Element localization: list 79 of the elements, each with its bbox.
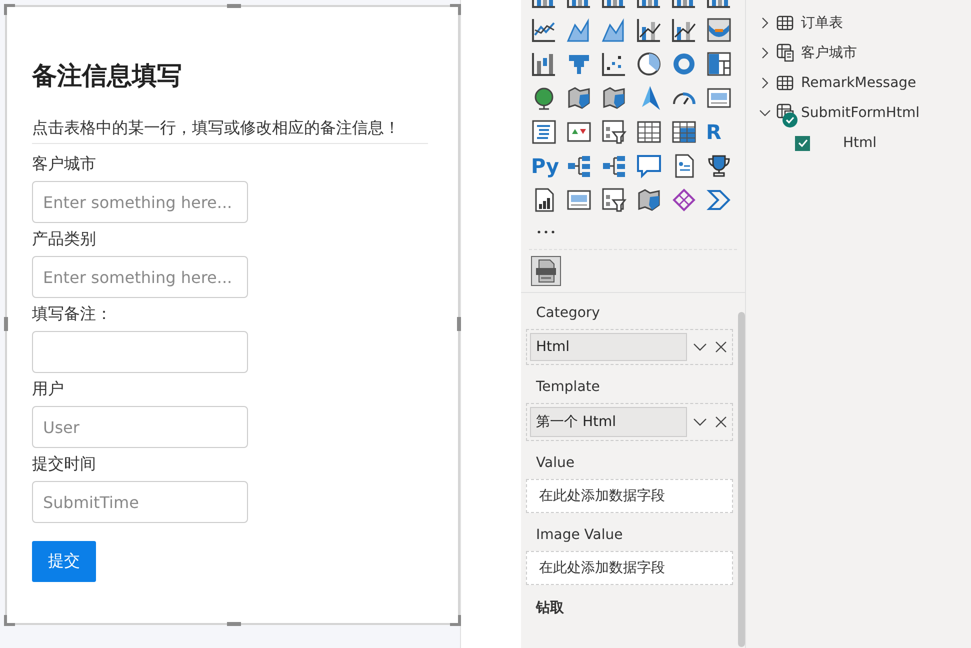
speech-bubble-icon[interactable] (636, 153, 662, 179)
chevron-icon[interactable] (706, 187, 732, 213)
table-item[interactable]: 客户城市 (759, 38, 971, 68)
tree-icon[interactable] (566, 153, 592, 179)
field-label: 用户 (32, 379, 65, 400)
table-item[interactable]: 订单表 (759, 8, 971, 38)
field-pill[interactable]: Html (526, 329, 733, 365)
close-icon[interactable] (715, 341, 727, 353)
table-item[interactable]: RemarkMessage (759, 68, 971, 98)
table-name: 客户城市 (801, 44, 857, 62)
input-field[interactable]: SubmitTime (32, 481, 248, 523)
tree-icon[interactable] (601, 153, 627, 179)
form-title: 备注信息填写 (32, 60, 183, 92)
table-name: 订单表 (801, 14, 843, 32)
field-pill[interactable]: 第一个 Html (526, 403, 733, 441)
script-visual-icon[interactable]: Py (531, 153, 560, 179)
resize-handle[interactable] (227, 622, 241, 626)
input-field[interactable]: Enter something here... (32, 256, 248, 298)
table-name: RemarkMessage (801, 75, 916, 91)
table-icon (776, 15, 794, 31)
chevron-right-icon[interactable] (759, 17, 771, 29)
table-icon[interactable] (636, 119, 662, 145)
map-icon[interactable] (566, 85, 592, 111)
resize-handle[interactable] (4, 615, 15, 626)
resize-handle[interactable] (227, 4, 241, 8)
resize-handle[interactable] (457, 317, 461, 331)
drop-field-well[interactable]: 在此处添加数据字段 (526, 479, 733, 513)
trophy-icon[interactable] (706, 153, 732, 179)
input-field[interactable]: Enter something here... (32, 181, 248, 223)
filter-icon[interactable] (601, 187, 627, 213)
scrollbar[interactable] (738, 312, 745, 647)
field-name[interactable]: Html (843, 135, 877, 151)
resize-handle[interactable] (4, 4, 15, 15)
well-label: Image Value (536, 527, 624, 543)
list-icon[interactable] (531, 119, 557, 145)
field-label: 产品类别 (32, 229, 97, 250)
map-icon[interactable] (636, 187, 662, 213)
table-item[interactable]: SubmitFormHtml (759, 98, 971, 128)
field-label: 填写备注： (32, 304, 113, 325)
submit-button[interactable]: 提交 (32, 541, 96, 582)
drop-field-well[interactable]: 在此处添加数据字段 (526, 551, 733, 585)
field-label: 客户城市 (32, 154, 97, 175)
matrix-icon[interactable] (671, 119, 697, 145)
more-icon[interactable] (537, 229, 555, 235)
treemap-icon[interactable] (706, 51, 732, 77)
close-icon[interactable] (715, 416, 727, 428)
section-header[interactable]: 钻取 (536, 599, 733, 617)
pie-chart-icon[interactable] (636, 51, 662, 77)
input-field[interactable] (32, 331, 248, 373)
check-badge-icon (782, 112, 798, 128)
field-pill-value: 第一个 Html (530, 407, 687, 437)
area-chart-icon[interactable] (566, 17, 592, 43)
field-pill-value: Html (530, 333, 687, 361)
chevron-right-icon[interactable] (759, 77, 771, 89)
script-visual-icon[interactable]: R (706, 119, 722, 145)
input-field[interactable]: User (32, 406, 248, 448)
scatter-chart-icon[interactable] (601, 51, 627, 77)
calculated-table-icon (776, 43, 796, 63)
chevron-down-icon[interactable] (759, 107, 771, 119)
donut-chart-icon[interactable] (671, 51, 697, 77)
well-label: Template (536, 379, 601, 395)
table-icon (776, 75, 794, 91)
well-label: Value (536, 455, 576, 471)
field-checkbox[interactable] (795, 136, 810, 150)
line-chart-icon[interactable] (531, 17, 557, 43)
chevron-right-icon[interactable] (759, 47, 771, 59)
table-name: SubmitFormHtml (801, 105, 920, 121)
ribbon-chart-icon[interactable] (706, 17, 732, 43)
combo-chart-icon[interactable] (671, 17, 697, 43)
area-chart-icon[interactable] (601, 17, 627, 43)
diamond-icon[interactable] (671, 187, 697, 213)
resize-handle[interactable] (4, 317, 8, 331)
map-icon[interactable] (601, 85, 627, 111)
field-label: 提交时间 (32, 454, 97, 475)
combo-chart-icon[interactable] (636, 17, 662, 43)
filter-icon[interactable] (601, 119, 627, 145)
waterfall-chart-icon[interactable] (531, 51, 557, 77)
form-intro: 点击表格中的某一行，填写或修改相应的备注信息！ (32, 118, 428, 144)
well-label: Category (536, 305, 601, 321)
